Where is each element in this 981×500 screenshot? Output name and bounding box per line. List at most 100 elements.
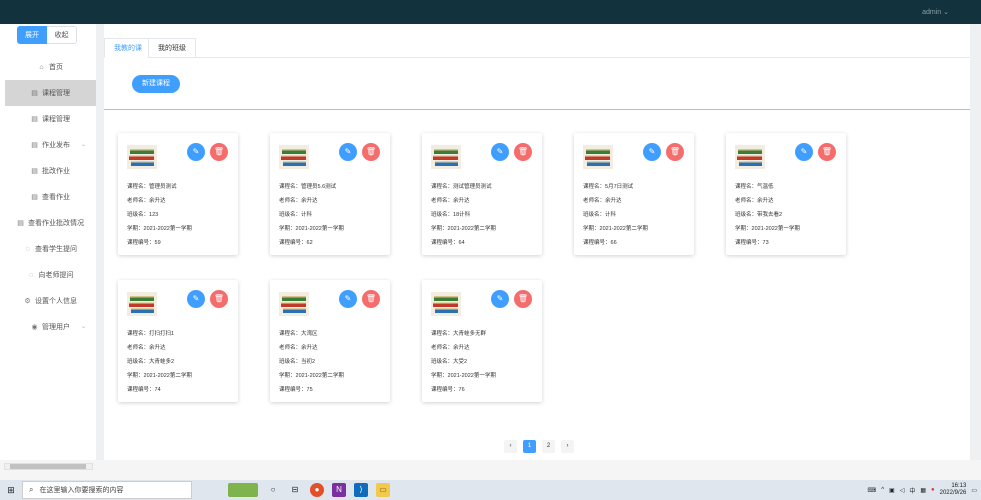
course-teacher: 老师名：余升达: [583, 198, 622, 204]
sidebar-item-label: 批改作业: [42, 168, 70, 175]
trash-icon: 🗑: [517, 147, 529, 156]
taskbar-search[interactable]: ⌕ 在这里输入你要搜索的内容: [22, 481, 192, 499]
course-class: 班级名：计科: [279, 212, 313, 218]
course-class: 班级名：计科: [583, 212, 617, 218]
course-info: 课程名：管理员测试 老师名：余升达 班级名：123 学期：2021-2022第一学期课…: [127, 180, 192, 250]
edit-button[interactable]: ✎: [339, 143, 357, 161]
course-card[interactable]: ✎ 🗑 课程名：打扫打扫1 老师名：余升达 班级名：大青蛙多2 学期：2021-2022第…: [118, 280, 238, 402]
edit-button[interactable]: ✎: [187, 290, 205, 308]
eye-icon: ◉: [31, 323, 38, 331]
sidebar-item-ask-teacher[interactable]: ◌ 向老师提问: [5, 262, 96, 288]
chrome-icon[interactable]: ●: [310, 483, 324, 497]
tab-my-courses[interactable]: 我教的课: [104, 38, 152, 58]
course-term: 学期：2021-2022第二学期: [431, 226, 496, 232]
trash-icon: 🗑: [365, 294, 377, 303]
next-page-button[interactable]: ›: [561, 440, 574, 453]
books-thumbnail-icon: [127, 145, 157, 169]
sidebar-item-manage-users[interactable]: ◉ 管理用户 ⌄: [5, 314, 96, 340]
clock-time: 16:13: [951, 483, 967, 489]
course-name: 课程名：气温低: [735, 184, 774, 190]
page-button[interactable]: 2: [542, 440, 555, 453]
chat-icon: ◌: [25, 245, 30, 253]
network-icon[interactable]: ▣: [889, 487, 895, 494]
delete-button[interactable]: 🗑: [666, 143, 684, 161]
ime-indicator[interactable]: 中: [909, 486, 915, 495]
chevron-up-icon[interactable]: ^: [881, 487, 884, 493]
course-class: 班级名：大青蛙多2: [127, 359, 175, 365]
sidebar-item-view-homework[interactable]: ▤ 查看作业: [5, 184, 96, 210]
windows-start-icon[interactable]: ⊞: [0, 480, 22, 500]
delete-button[interactable]: 🗑: [210, 143, 228, 161]
file-explorer-icon[interactable]: ▭: [376, 483, 390, 497]
pencil-icon: ✎: [344, 147, 352, 156]
sidebar-item-view-grading-status[interactable]: ▤ 查看作业批改情况: [5, 210, 96, 236]
sidebar-item-course-management-active[interactable]: ▤ 课程管理: [5, 80, 96, 106]
tab-my-classes[interactable]: 我的班级: [148, 38, 196, 58]
prev-page-button[interactable]: ‹: [504, 440, 517, 453]
course-id: 课程编号：62: [279, 240, 313, 246]
sidebar-item-home[interactable]: ⌂ 首页: [5, 54, 96, 80]
document-icon: ▤: [31, 141, 38, 149]
course-term: 学期：2021-2022第二学期: [127, 373, 192, 379]
edit-button[interactable]: ✎: [187, 143, 205, 161]
pagination: ‹ 1 2 ›: [504, 440, 574, 453]
user-menu[interactable]: admin ⌄: [922, 8, 949, 16]
sidebar-item-label: 查看学生提问: [35, 246, 77, 253]
course-teacher: 老师名：余升达: [279, 198, 318, 204]
trash-icon: 🗑: [365, 147, 377, 156]
delete-button[interactable]: 🗑: [362, 143, 380, 161]
course-card[interactable]: ✎ 🗑 课程名：大青蛙多无群 老师名：余升达 班级名：大受2 学期：2021-2022第一…: [422, 280, 542, 402]
sidebar-item-course-management[interactable]: ▤ 课程管理: [5, 106, 96, 132]
scrollbar-thumb[interactable]: [10, 464, 86, 469]
onenote-icon[interactable]: N: [332, 483, 346, 497]
collapse-button[interactable]: 收起: [47, 26, 77, 44]
volume-icon[interactable]: ◁: [900, 487, 905, 494]
course-class: 班级名：当初2: [279, 359, 316, 365]
windows-taskbar: ⊞ ⌕ 在这里输入你要搜索的内容 ○ ⊟ ● N ⟩ ▭ ⌨ ^ ▣ ◁ 中 ▦…: [0, 480, 981, 500]
delete-button[interactable]: 🗑: [514, 143, 532, 161]
taskbar-clock[interactable]: 16:13 2022/9/26: [940, 483, 967, 497]
horizontal-scrollbar[interactable]: [0, 460, 981, 480]
chevron-down-icon: ⌄: [80, 142, 86, 148]
delete-button[interactable]: 🗑: [514, 290, 532, 308]
course-card[interactable]: ✎ 🗑 课程名：测试管理员测试 老师名：余升达 班级名：18计科 学期：2021-2022…: [422, 133, 542, 255]
edit-button[interactable]: ✎: [795, 143, 813, 161]
sidebar-item-personal-settings[interactable]: ⚙ 设置个人信息: [5, 288, 96, 314]
notification-icon[interactable]: ▭: [971, 487, 977, 494]
delete-button[interactable]: 🗑: [362, 290, 380, 308]
delete-button[interactable]: 🗑: [818, 143, 836, 161]
trash-icon: 🗑: [517, 294, 529, 303]
page-button[interactable]: 1: [523, 440, 536, 453]
vscode-icon[interactable]: ⟩: [354, 483, 368, 497]
course-card[interactable]: ✎ 🗑 课程名：大湾区 老师名：余升达 班级名：当初2 学期：2021-2022第二学期课…: [270, 280, 390, 402]
widgets-icon[interactable]: ⊟: [288, 483, 302, 497]
course-card[interactable]: ✎ 🗑 课程名：5月7日测试 老师名：余升达 班级名：计科 学期：2021-2022第二学…: [574, 133, 694, 255]
landscape-widget-icon[interactable]: [228, 483, 258, 497]
pencil-icon: ✎: [344, 294, 352, 303]
sidebar-item-student-questions[interactable]: ◌ 查看学生提问: [5, 236, 96, 262]
course-card[interactable]: ✎ 🗑 课程名：管理员测试 老师名：余升达 班级名：123 学期：2021-2022第一学…: [118, 133, 238, 255]
edit-button[interactable]: ✎: [491, 290, 509, 308]
keyboard-icon[interactable]: ⌨: [868, 487, 877, 494]
course-id: 课程编号：74: [127, 387, 161, 393]
search-icon: ⌕: [29, 485, 34, 494]
sidebar-item-label: 课程管理: [42, 116, 70, 123]
task-view-icon[interactable]: ○: [266, 483, 280, 497]
edit-button[interactable]: ✎: [339, 290, 357, 308]
sidebar-item-publish-homework[interactable]: ▤ 作业发布 ⌄: [5, 132, 96, 158]
expand-button[interactable]: 展开: [17, 26, 47, 44]
sidebar-item-label: 向老师提问: [38, 272, 74, 279]
edit-button[interactable]: ✎: [491, 143, 509, 161]
course-class: 班级名：大受2: [431, 359, 468, 365]
sidebar-toggle-group: 展开 收起: [17, 26, 77, 44]
app-tray-icon[interactable]: ●: [931, 487, 935, 493]
trash-icon: 🗑: [213, 294, 225, 303]
new-course-button[interactable]: 新建课程: [132, 75, 180, 93]
course-card[interactable]: ✎ 🗑 课程名：气温低 老师名：余升达 班级名：带我去看2 学期：2021-2022第一学…: [726, 133, 846, 255]
edit-button[interactable]: ✎: [643, 143, 661, 161]
delete-button[interactable]: 🗑: [210, 290, 228, 308]
course-card[interactable]: ✎ 🗑 课程名：管理员5.6测试 老师名：余升达 班级名：计科 学期：2021-2022第…: [270, 133, 390, 255]
document-icon: ▤: [31, 193, 38, 201]
sidebar-item-grade-homework[interactable]: ▤ 批改作业: [5, 158, 96, 184]
grid-icon[interactable]: ▦: [920, 487, 926, 494]
